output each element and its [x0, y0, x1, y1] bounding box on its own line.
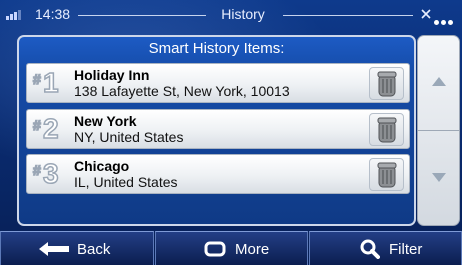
- satellite-icon: [420, 7, 432, 23]
- panel-header: Smart History Items:: [148, 40, 285, 57]
- scroll-control: [417, 35, 460, 226]
- history-item[interactable]: #2 New York NY, United States: [26, 109, 410, 149]
- filter-label: Filter: [389, 241, 423, 258]
- item-address: NY, United States: [74, 129, 184, 145]
- scroll-down-button[interactable]: [432, 173, 446, 182]
- status-line-right: [283, 15, 413, 16]
- item-name: Holiday Inn: [74, 67, 150, 83]
- filter-button[interactable]: Filter: [309, 231, 462, 265]
- trash-icon: [377, 71, 397, 97]
- arrow-left-icon: [39, 242, 69, 256]
- item-address: 138 Lafayette St, New York, 10013: [74, 83, 290, 99]
- bottom-bar: Back More Filter: [0, 231, 462, 265]
- magnifier-icon: [360, 239, 380, 259]
- scroll-up-button[interactable]: [432, 77, 446, 86]
- rank-badge: #1: [32, 67, 59, 99]
- status-line-left: [78, 15, 206, 16]
- trash-icon: [377, 117, 397, 143]
- screen-title: History: [221, 6, 265, 22]
- item-name: New York: [74, 113, 137, 129]
- delete-button[interactable]: [369, 113, 404, 146]
- more-button[interactable]: More: [155, 231, 308, 265]
- more-label: More: [235, 241, 270, 258]
- history-item[interactable]: #3 Chicago IL, United States: [26, 154, 410, 194]
- item-name: Chicago: [74, 158, 130, 174]
- rank-badge: #3: [32, 158, 59, 190]
- menu-dots-icon[interactable]: [432, 12, 453, 30]
- signal-icon: [6, 10, 24, 20]
- rank-badge: #2: [32, 113, 59, 145]
- clock-time: 14:38: [35, 6, 71, 22]
- rounded-square-icon: [204, 241, 226, 257]
- screen: 14:38 History Smart History Items: #1 Ho…: [0, 0, 462, 265]
- delete-button[interactable]: [369, 158, 404, 191]
- history-item[interactable]: #1 Holiday Inn 138 Lafayette St, New Yor…: [26, 63, 410, 103]
- back-label: Back: [77, 241, 111, 258]
- back-button[interactable]: Back: [0, 231, 154, 265]
- delete-button[interactable]: [369, 67, 404, 100]
- history-panel: Smart History Items: #1 Holiday Inn 138 …: [17, 35, 416, 226]
- trash-icon: [377, 162, 397, 188]
- item-address: IL, United States: [74, 174, 178, 190]
- status-bar: 14:38 History: [0, 0, 462, 30]
- scroll-divider: [418, 130, 459, 131]
